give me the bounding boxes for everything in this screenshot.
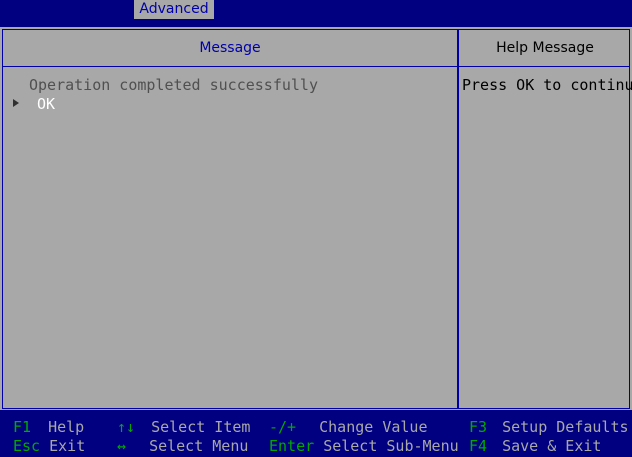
key-f4-desc: Save & Exit xyxy=(502,437,602,455)
key-up-down-label: ↑↓ xyxy=(117,418,136,436)
key-left-right: ↔ Select Menu xyxy=(117,437,248,456)
key-f4-label: F4 xyxy=(469,437,488,455)
key-enter-desc: Select Sub-Menu xyxy=(323,437,459,455)
key-minus-plus: -/+ Change Value xyxy=(269,418,428,437)
key-minus-plus-desc: Change Value xyxy=(319,418,428,436)
frame-header-divider xyxy=(2,66,630,67)
key-up-down-desc: Select Item xyxy=(151,418,251,436)
key-minus-plus-label: -/+ xyxy=(269,418,297,436)
key-esc: Esc Exit xyxy=(13,437,85,456)
frame-top-border xyxy=(2,29,630,30)
key-enter-label: Enter xyxy=(269,437,315,455)
status-message: Operation completed successfully xyxy=(29,76,318,94)
frame-column-divider xyxy=(457,29,459,409)
frame-left-border xyxy=(2,29,3,409)
key-f3-desc: Setup Defaults xyxy=(502,418,629,436)
help-message-header: Help Message xyxy=(496,40,594,56)
key-f3-label: F3 xyxy=(469,418,488,436)
key-f1: F1 Help xyxy=(13,418,84,437)
key-left-right-desc: Select Menu xyxy=(149,437,249,455)
key-f1-label: F1 xyxy=(13,418,32,436)
key-up-down: ↑↓ Select Item xyxy=(117,418,250,437)
key-esc-desc: Exit xyxy=(49,437,86,455)
key-f4: F4 Save & Exit xyxy=(469,437,601,456)
frame-bottom-border xyxy=(2,408,630,409)
key-enter: Enter Select Sub-Menu xyxy=(269,437,459,456)
key-legend-bar: F1 Help Esc Exit ↑↓ Select Item ↔ Select… xyxy=(0,410,632,457)
tab-advanced[interactable]: Advanced xyxy=(134,0,214,19)
selection-arrow-icon xyxy=(13,99,19,107)
help-text: Press OK to continue xyxy=(462,76,632,94)
key-f3: F3 Setup Defaults xyxy=(469,418,629,437)
key-f1-desc: Help xyxy=(48,418,85,436)
ok-button[interactable]: OK xyxy=(37,95,55,114)
message-header: Message xyxy=(199,40,261,56)
key-esc-label: Esc xyxy=(13,437,41,455)
key-left-right-label: ↔ xyxy=(117,437,127,455)
top-menu-bar: Advanced xyxy=(0,0,632,19)
